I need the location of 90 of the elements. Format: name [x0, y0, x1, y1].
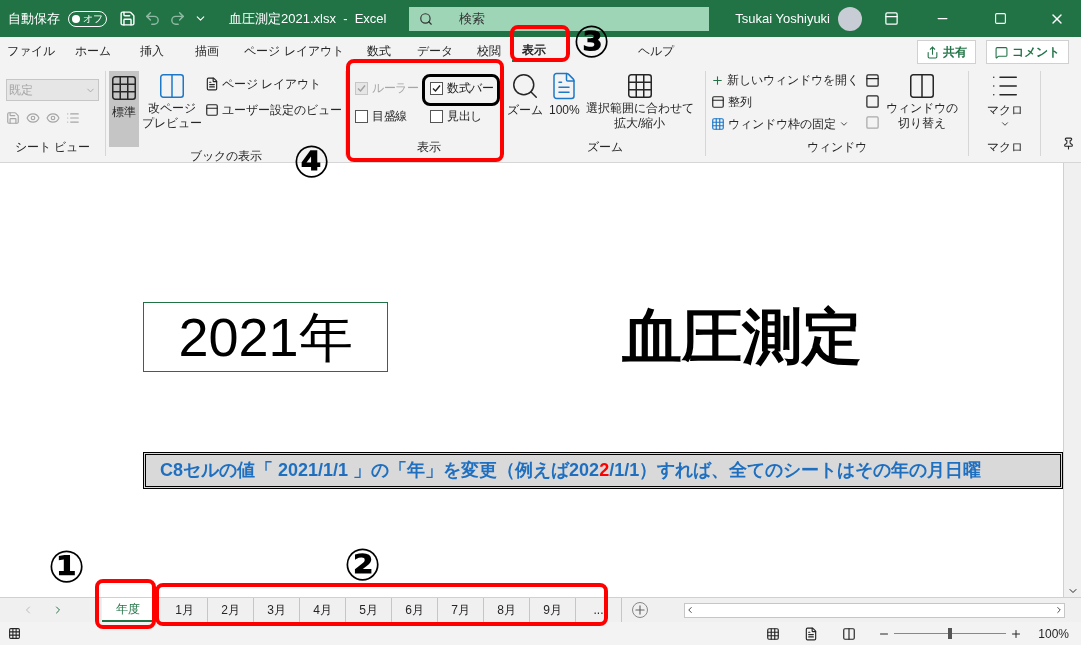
ribbon-tab[interactable]: データ — [404, 40, 466, 62]
checkbox-label: 見出し — [447, 108, 482, 125]
accessibility-icon[interactable] — [8, 627, 21, 640]
magnifier-icon — [510, 71, 540, 101]
vertical-scrollbar[interactable] — [1063, 163, 1081, 597]
search-icon — [418, 11, 433, 26]
sheet-tab[interactable]: 1月 — [162, 598, 208, 622]
ribbon-tab[interactable]: ヘルプ — [632, 40, 680, 62]
normal-view-icon[interactable] — [766, 626, 781, 641]
zoom-reading: 100% — [1038, 625, 1069, 643]
user-name: Tsukai Yoshiyuki — [735, 9, 830, 28]
scroll-left-icon[interactable] — [685, 605, 695, 615]
freeze-panes-button[interactable]: ウィンドウ枠の固定 — [711, 115, 859, 133]
circled-number: ④ — [293, 140, 331, 184]
group-label: ウィンドウ — [807, 139, 867, 156]
page-break-button[interactable]: 改ページ プレビュー — [142, 71, 202, 147]
sheet-tab[interactable]: 2月 — [208, 598, 254, 622]
save-icon[interactable] — [119, 10, 136, 27]
comment-button[interactable]: コメント — [986, 40, 1069, 64]
new-window-button[interactable]: 新しいウィンドウを開く — [711, 71, 859, 89]
year-cell[interactable]: 2021年 — [143, 302, 388, 372]
sheet-tab[interactable]: 9月 — [530, 598, 576, 622]
group-label: マクロ — [986, 139, 1023, 156]
sheet-tab[interactable]: 4月 — [300, 598, 346, 622]
sheet-tab[interactable]: 5月 — [346, 598, 392, 622]
checkbox-label: ルーラー — [372, 80, 418, 97]
ribbon-tab[interactable]: 描画 — [179, 40, 234, 62]
share-button[interactable]: 共有 — [917, 40, 976, 64]
group-label: ブックの表示 — [189, 148, 262, 165]
page-layout-icon[interactable] — [804, 626, 819, 641]
caret-icon — [839, 119, 849, 129]
zoom-100-button[interactable]: 100% — [549, 71, 580, 119]
ribbon-tab[interactable]: ホーム — [62, 40, 124, 62]
page-layout-button[interactable]: ページ レイアウト — [205, 75, 342, 93]
page-icon — [205, 77, 219, 91]
arrange-icon — [711, 95, 725, 109]
split-icon[interactable] — [865, 73, 880, 88]
checkbox-label: 目盛線 — [372, 108, 407, 125]
autosave-label: 自動保存 — [8, 9, 60, 28]
caret-icon — [999, 119, 1010, 129]
add-sheet-icon[interactable] — [632, 602, 648, 618]
checkbox[interactable] — [355, 109, 368, 123]
avatar[interactable] — [838, 6, 862, 31]
pin-icon[interactable] — [1062, 137, 1075, 150]
zoom-in-icon[interactable] — [1010, 627, 1023, 640]
windows-icon — [907, 71, 937, 101]
ribbon-tab[interactable]: 表示 — [512, 40, 556, 62]
plus-icon — [711, 73, 724, 87]
horizontal-scrollbar[interactable] — [684, 602, 1065, 618]
sheet-tab[interactable]: 7月 — [438, 598, 484, 622]
sheet-tab[interactable]: 3月 — [254, 598, 300, 622]
ribbon-display-icon[interactable] — [884, 11, 899, 26]
zoom-slider[interactable] — [894, 627, 1007, 640]
group-label: シート ビュー — [14, 139, 91, 156]
sheet-tab[interactable]: 年度 — [102, 598, 154, 622]
hide-icon[interactable] — [865, 94, 880, 109]
checkbox[interactable] — [430, 109, 443, 123]
page-break-icon[interactable] — [842, 626, 857, 641]
normal-view-button[interactable]: 標準 — [109, 71, 139, 147]
ribbon-tab[interactable]: 数式 — [354, 40, 404, 62]
scroll-right-icon[interactable] — [1054, 605, 1064, 615]
ribbon-tab[interactable]: 挿入 — [124, 40, 179, 62]
window-title: 血圧測定2021.xlsx - Excel — [229, 9, 387, 28]
share-icon — [926, 45, 939, 59]
ribbon-tab[interactable]: ファイル — [0, 40, 62, 62]
custom-views-button[interactable]: ユーザー設定のビュー — [205, 101, 342, 119]
sheet-tab[interactable]: 6月 — [392, 598, 438, 622]
ribbon-tab[interactable]: 校閲 — [466, 40, 512, 62]
circled-number: ① — [48, 545, 86, 589]
macro-button[interactable]: マクロ — [975, 71, 1034, 129]
page-break-icon — [157, 71, 187, 101]
grid-icon — [711, 117, 725, 131]
comment-icon — [995, 45, 1008, 59]
checkbox[interactable] — [430, 81, 443, 95]
ribbon-tab[interactable]: ページ レイアウト — [234, 40, 354, 62]
view-icon — [205, 103, 219, 117]
zoom-thumb[interactable] — [948, 628, 953, 639]
sheet-heading: 血圧測定 — [622, 302, 862, 372]
group-label: 表示 — [417, 139, 441, 156]
grid-icon — [109, 73, 139, 103]
group-label: ズーム — [587, 139, 623, 156]
switch-windows-button[interactable]: ウィンドウの 切り替え — [886, 71, 958, 133]
sheet-tab[interactable]: 8月 — [484, 598, 530, 622]
zoom-to-selection-button[interactable]: 選択範囲に合わせて 拡大/縮小 — [585, 71, 694, 131]
zoom-button[interactable]: ズーム — [507, 71, 543, 119]
maximize-icon[interactable] — [994, 12, 1007, 25]
note-banner: C8セルの値「 2021/1/1 」の「年」を変更（例えば2022/1/1）すれば、全てのシートはその年の月日曜 — [143, 452, 1063, 489]
circled-number: ② — [344, 543, 382, 587]
checkbox-label: 数式バー — [447, 80, 493, 97]
arrange-button[interactable]: 整列 — [711, 93, 859, 111]
